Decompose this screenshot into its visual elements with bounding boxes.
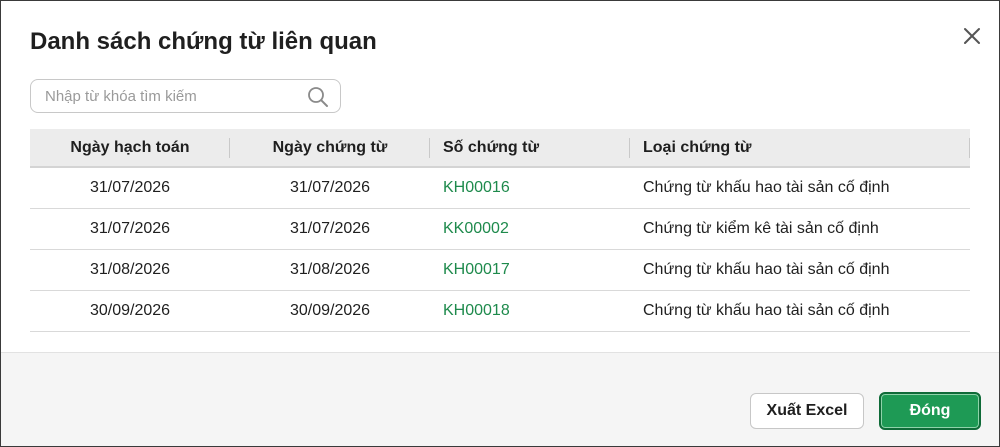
doc-type-cell: Chứng từ kiểm kê tài sản cố định: [630, 208, 970, 250]
column-divider[interactable]: [969, 138, 970, 158]
doc-number-cell: KH00017: [430, 249, 630, 291]
related-documents-dialog: Danh sách chứng từ liên quan Ngày hạch t…: [0, 0, 1000, 447]
doc-number-cell: KH00018: [430, 290, 630, 332]
doc-number-link[interactable]: KH00017: [443, 261, 510, 278]
column-header-label: Ngày chứng từ: [272, 138, 388, 156]
column-header-doc-date[interactable]: Ngày chứng từ: [230, 129, 430, 168]
doc-number-link[interactable]: KH00016: [443, 179, 510, 196]
doc-type-cell: Chứng từ khấu hao tài sản cố định: [630, 290, 970, 332]
table-header-row: Ngày hạch toán Ngày chứng từ Số chứng từ…: [30, 129, 970, 168]
column-header-doc-type[interactable]: Loại chứng từ: [630, 129, 970, 168]
close-button[interactable]: Đóng: [879, 392, 981, 430]
table-row[interactable]: 30/09/2026 30/09/2026 KH00018 Chứng từ k…: [30, 290, 970, 332]
table-row[interactable]: 31/07/2026 31/07/2026 KK00002 Chứng từ k…: [30, 208, 970, 250]
doc-number-link[interactable]: KH00018: [443, 302, 510, 319]
posting-date-cell: 31/07/2026: [30, 167, 230, 209]
dialog-title: Danh sách chứng từ liên quan: [30, 28, 377, 55]
doc-number-cell: KH00016: [430, 167, 630, 209]
doc-date-cell: 30/09/2026: [230, 290, 430, 332]
doc-type-cell: Chứng từ khấu hao tài sản cố định: [630, 249, 970, 291]
search-box: [30, 79, 341, 113]
doc-date-cell: 31/07/2026: [230, 208, 430, 250]
search-icon[interactable]: [307, 86, 329, 108]
column-header-label: Ngày hạch toán: [70, 138, 190, 156]
search-input[interactable]: [45, 80, 295, 112]
table-row[interactable]: 31/08/2026 31/08/2026 KH00017 Chứng từ k…: [30, 249, 970, 291]
doc-number-link[interactable]: KK00002: [443, 220, 509, 237]
export-excel-button[interactable]: Xuất Excel: [750, 393, 864, 429]
column-header-posting-date[interactable]: Ngày hạch toán: [30, 129, 230, 168]
doc-date-cell: 31/08/2026: [230, 249, 430, 291]
doc-type-cell: Chứng từ khấu hao tài sản cố định: [630, 167, 970, 209]
column-header-label: Số chứng từ: [443, 138, 540, 156]
table-row[interactable]: 31/07/2026 31/07/2026 KH00016 Chứng từ k…: [30, 167, 970, 209]
posting-date-cell: 31/07/2026: [30, 208, 230, 250]
posting-date-cell: 31/08/2026: [30, 249, 230, 291]
close-icon[interactable]: [959, 23, 985, 49]
column-header-label: Loại chứng từ: [643, 138, 752, 156]
column-header-doc-number[interactable]: Số chứng từ: [430, 129, 630, 168]
posting-date-cell: 30/09/2026: [30, 290, 230, 332]
doc-date-cell: 31/07/2026: [230, 167, 430, 209]
doc-number-cell: KK00002: [430, 208, 630, 250]
dialog-footer: Xuất Excel Đóng: [1, 352, 999, 446]
documents-table: Ngày hạch toán Ngày chứng từ Số chứng từ…: [30, 129, 970, 332]
